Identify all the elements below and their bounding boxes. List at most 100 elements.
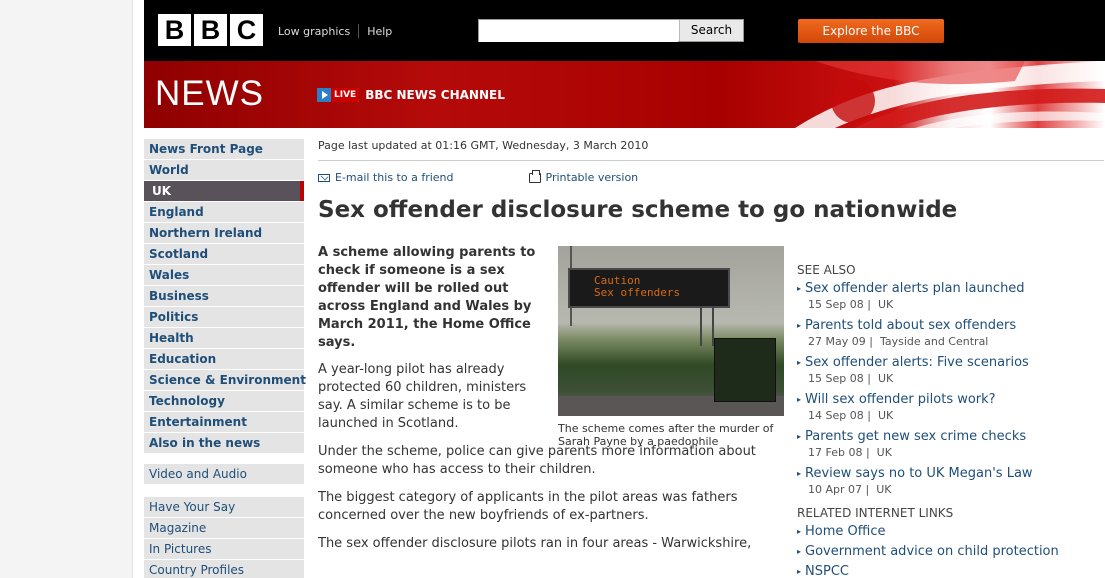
- envelope-icon: [318, 173, 330, 182]
- see-also-meta: 15 Sep 08 | UK: [808, 298, 894, 311]
- nav-world[interactable]: World: [144, 160, 304, 180]
- see-also-item[interactable]: ▸ Will sex offender pilots work?: [797, 392, 1097, 407]
- see-also-link[interactable]: Review says no to UK Megan's Law: [805, 466, 1033, 481]
- see-also-panel: SEE ALSO ▸ Sex offender alerts plan laun…: [797, 263, 1097, 578]
- see-also-link[interactable]: Sex offender alerts plan launched: [805, 281, 1025, 296]
- article-paragraph: The sex offender disclosure pilots ran i…: [318, 536, 752, 551]
- nav-business[interactable]: Business: [144, 286, 304, 306]
- nav-health[interactable]: Health: [144, 328, 304, 348]
- printer-icon: [528, 169, 541, 183]
- nav-country-profiles[interactable]: Country Profiles: [144, 560, 304, 578]
- channel-label: BBC NEWS CHANNEL: [365, 88, 505, 102]
- see-also-meta: 17 Feb 08 | UK: [808, 446, 892, 459]
- see-also-item[interactable]: ▸ Parents get new sex crime checks: [797, 429, 1097, 444]
- low-graphics-link[interactable]: Low graphics: [278, 25, 350, 38]
- bullet-arrow-icon: ▸: [797, 432, 802, 441]
- see-also-meta: 10 Apr 07 | UK: [808, 483, 892, 496]
- page-left-margin: [0, 0, 133, 578]
- related-link-item[interactable]: ▸ Government advice on child protection: [797, 544, 1097, 559]
- nav-science-environment[interactable]: Science & Environment: [144, 370, 306, 390]
- printable-version-link[interactable]: Printable version: [528, 169, 638, 184]
- photo-caption: The scheme comes after the murder of Sar…: [558, 422, 774, 448]
- live-badge: LIVE: [317, 88, 360, 102]
- logo-block-b1: B: [158, 14, 191, 46]
- article-intro: A scheme allowing parents to check if so…: [318, 245, 536, 350]
- bullet-arrow-icon: ▸: [797, 547, 802, 556]
- nav-politics[interactable]: Politics: [144, 307, 304, 327]
- bullet-arrow-icon: ▸: [797, 469, 802, 478]
- related-links-heading: RELATED INTERNET LINKS: [797, 506, 954, 520]
- nav-video-audio[interactable]: Video and Audio: [144, 464, 304, 484]
- play-icon: [317, 88, 331, 102]
- link-date: 15 Sep 08: [808, 372, 864, 385]
- see-also-item[interactable]: ▸ Review says no to UK Megan's Law: [797, 466, 1097, 481]
- related-link[interactable]: Government advice on child protection: [805, 544, 1059, 559]
- nav-in-pictures[interactable]: In Pictures: [144, 539, 304, 559]
- nav-have-your-say[interactable]: Have Your Say: [144, 497, 304, 517]
- nav-news-front-page[interactable]: News Front Page: [144, 139, 304, 159]
- see-also-item[interactable]: ▸ Sex offender alerts: Five scenarios: [797, 355, 1097, 370]
- bullet-arrow-icon: ▸: [797, 284, 802, 293]
- article-paragraph: The biggest category of applicants in th…: [318, 490, 738, 523]
- see-also-item[interactable]: ▸ Parents told about sex offenders: [797, 318, 1097, 333]
- nav-magazine[interactable]: Magazine: [144, 518, 304, 538]
- live-channel-link[interactable]: LIVE BBC NEWS CHANNEL: [317, 88, 505, 102]
- article-photo: Caution Sex offenders: [558, 246, 784, 416]
- road-sign: Caution Sex offenders: [568, 268, 730, 308]
- see-also-link[interactable]: Parents told about sex offenders: [805, 318, 1016, 333]
- pylon: [700, 306, 714, 346]
- link-date: 27 May 09: [808, 335, 866, 348]
- related-link[interactable]: NSPCC: [805, 564, 849, 578]
- email-friend-link[interactable]: E-mail this to a friend: [318, 171, 454, 184]
- left-navigation: News Front Page World UK England Norther…: [144, 139, 306, 578]
- link-date: 15 Sep 08: [808, 298, 864, 311]
- related-link-item[interactable]: ▸ Home Office: [797, 524, 1097, 539]
- explore-bbc-button[interactable]: Explore the BBC: [798, 19, 944, 43]
- nav-wales[interactable]: Wales: [144, 265, 304, 285]
- link-section: UK: [876, 446, 892, 459]
- live-label: LIVE: [331, 88, 360, 102]
- see-also-meta: 15 Sep 08 | UK: [808, 372, 894, 385]
- nav-education[interactable]: Education: [144, 349, 304, 369]
- article-paragraph: Under the scheme, police can give parent…: [318, 444, 756, 477]
- related-link-item[interactable]: ▸ NSPCC: [797, 564, 1097, 578]
- lorry: [714, 338, 776, 402]
- help-link[interactable]: Help: [367, 25, 392, 38]
- link-section: UK: [877, 298, 894, 311]
- nav-technology[interactable]: Technology: [144, 391, 304, 411]
- related-link[interactable]: Home Office: [805, 524, 885, 539]
- see-also-meta: 14 Sep 08 | UK: [808, 409, 894, 422]
- link-divider: [358, 24, 360, 38]
- nav-scotland[interactable]: Scotland: [144, 244, 304, 264]
- logo-block-b2: B: [194, 14, 227, 46]
- nav-northern-ireland[interactable]: Northern Ireland: [144, 223, 304, 243]
- bbc-logo[interactable]: B B C: [158, 14, 263, 46]
- link-section: UK: [876, 483, 892, 496]
- link-section: Tayside and Central: [879, 335, 989, 348]
- see-also-meta: 27 May 09 | Tayside and Central: [808, 335, 989, 348]
- article-paragraph: A year-long pilot has already protected …: [318, 362, 527, 431]
- nav-also-in-the-news[interactable]: Also in the news: [144, 433, 304, 453]
- see-also-link[interactable]: Will sex offender pilots work?: [805, 392, 996, 407]
- see-also-link[interactable]: Sex offender alerts: Five scenarios: [805, 355, 1029, 370]
- divider: [318, 160, 1104, 161]
- news-title[interactable]: NEWS: [155, 74, 264, 114]
- link-section: UK: [877, 372, 894, 385]
- nav-england[interactable]: England: [144, 202, 304, 222]
- nav-uk[interactable]: UK: [144, 181, 304, 201]
- bullet-arrow-icon: ▸: [797, 395, 802, 404]
- bullet-arrow-icon: ▸: [797, 358, 802, 367]
- link-section: UK: [877, 409, 894, 422]
- see-also-item[interactable]: ▸ Sex offender alerts plan launched: [797, 281, 1097, 296]
- nav-entertainment[interactable]: Entertainment: [144, 412, 304, 432]
- see-also-link[interactable]: Parents get new sex crime checks: [805, 429, 1026, 444]
- see-also-heading: SEE ALSO: [797, 263, 856, 277]
- search-button[interactable]: Search: [679, 20, 743, 41]
- globe-swirl-graphic: [795, 61, 1105, 128]
- search-box: Search: [478, 19, 744, 42]
- search-input[interactable]: [479, 21, 678, 42]
- bbc-masthead: B B C Low graphics Help Search Explore t…: [144, 0, 1105, 61]
- article-headline: Sex offender disclosure scheme to go nat…: [318, 197, 958, 223]
